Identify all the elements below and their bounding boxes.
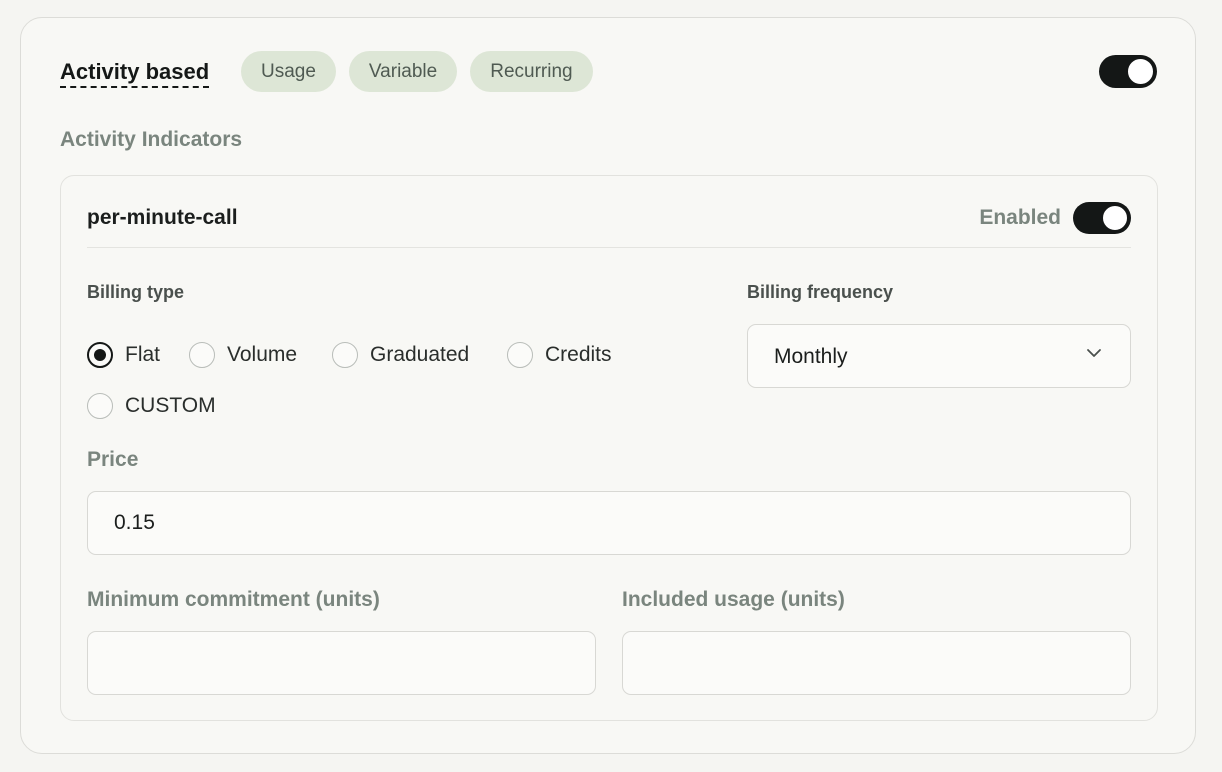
price-label: Price <box>87 448 139 471</box>
included-usage-input[interactable] <box>622 631 1131 695</box>
card-header: Activity based Usage Variable Recurring <box>60 51 1157 93</box>
radio-label: CUSTOM <box>125 394 216 417</box>
indicator-enable-toggle[interactable] <box>1073 202 1131 234</box>
radio-circle[interactable] <box>87 393 113 419</box>
indicator-status-label: Enabled <box>979 206 1061 229</box>
indicator-panel: per-minute-call Enabled Billing type Fla… <box>60 175 1158 721</box>
radio-label: Credits <box>545 343 612 366</box>
section-title[interactable]: Activity based <box>60 59 210 88</box>
section-enable-toggle[interactable] <box>1099 55 1157 88</box>
tag-variable: Variable <box>348 51 458 92</box>
radio-custom[interactable]: CUSTOM <box>87 391 216 421</box>
included-usage-label: Included usage (units) <box>622 588 845 611</box>
radio-label: Volume <box>227 343 298 366</box>
radio-circle[interactable] <box>507 342 533 368</box>
radio-label: Flat <box>125 343 161 366</box>
tag-usage: Usage <box>241 51 336 92</box>
tag-list: Usage Variable Recurring <box>241 51 593 92</box>
activity-indicators-heading: Activity Indicators <box>60 128 243 151</box>
indicator-name: per-minute-call <box>87 206 238 229</box>
toggle-knob <box>1101 204 1129 232</box>
price-input[interactable] <box>87 491 1131 555</box>
toggle-knob <box>1126 57 1155 86</box>
billing-frequency-label: Billing frequency <box>747 282 894 302</box>
radio-graduated[interactable]: Graduated <box>332 340 469 370</box>
indicator-header-row: per-minute-call Enabled <box>87 176 1131 248</box>
billing-type-label: Billing type <box>87 282 185 302</box>
billing-frequency-value: Monthly <box>774 345 848 368</box>
radio-circle-checked[interactable] <box>87 342 113 368</box>
radio-circle[interactable] <box>332 342 358 368</box>
radio-flat[interactable]: Flat <box>87 340 160 370</box>
radio-label: Graduated <box>370 343 470 366</box>
billing-frequency-select[interactable]: Monthly <box>747 324 1131 388</box>
minimum-commitment-label: Minimum commitment (units) <box>87 588 380 611</box>
minimum-commitment-input[interactable] <box>87 631 596 695</box>
chevron-down-icon <box>1087 349 1101 357</box>
radio-credits[interactable]: Credits <box>507 340 612 370</box>
radio-volume[interactable]: Volume <box>189 340 297 370</box>
tag-recurring: Recurring <box>470 51 593 92</box>
activity-based-card: Activity based Usage Variable Recurring … <box>20 17 1196 754</box>
radio-circle[interactable] <box>189 342 215 368</box>
